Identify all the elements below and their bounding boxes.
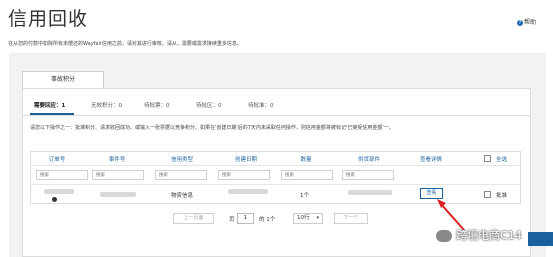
help-link[interactable]: ? 帮助 — [517, 17, 536, 26]
page-prefix: 页 — [229, 217, 235, 223]
watermark-text: 跨境电商C14 — [456, 229, 522, 242]
tab-incident-credits[interactable]: 事故积分 — [22, 71, 104, 89]
page-number-input[interactable]: 1 — [237, 213, 254, 224]
select-all-checkbox[interactable] — [484, 155, 491, 162]
incident-no-filter[interactable] — [92, 170, 144, 180]
select-all-label: 全选 — [496, 157, 508, 163]
approve-checkbox[interactable] — [484, 191, 491, 198]
status-tab-needs-response[interactable]: 需要回应：1 — [34, 101, 65, 109]
tabs-divider — [22, 115, 531, 116]
page-description: 在从您的付款中扣除所有未偿还的Wayfair信用之前，请对其进行审核。请从，需要… — [8, 41, 242, 47]
redacted-incident-no — [100, 192, 136, 197]
help-label: 帮助 — [524, 19, 537, 26]
order-info-icon[interactable] — [52, 197, 57, 202]
header-row-divider — [30, 165, 521, 166]
column-header-incident-no[interactable]: 事件号 — [109, 155, 126, 163]
status-tab-pending-zone[interactable]: 待批区：0 — [196, 101, 222, 109]
view-details-button[interactable]: 查看 — [420, 188, 443, 199]
column-header-quantity[interactable]: 数量 — [300, 155, 311, 163]
instructions-text: 请您以下操作之一：批准积分、请求收回成功、或输入一张票据以竞争积分。如果在'创建… — [30, 125, 394, 131]
next-page-button[interactable]: 下一个 — [334, 213, 368, 224]
chevron-down-icon: ▾ — [316, 215, 319, 221]
quantity-filter[interactable] — [281, 170, 333, 180]
redacted-supplier-part — [348, 190, 392, 195]
wechat-icon — [436, 230, 452, 242]
credit-type-cell: 物资信息 — [171, 193, 194, 199]
supplier-part-filter[interactable] — [342, 170, 394, 180]
help-icon: ? — [517, 19, 523, 26]
approve-label: 批准 — [496, 193, 508, 199]
order-no-filter[interactable] — [36, 170, 88, 180]
status-tab-pending-tickets[interactable]: 待批票：0 — [144, 101, 170, 109]
column-header-check-details: 查看详情 — [419, 157, 443, 163]
redacted-created-date — [228, 189, 268, 194]
page-title: 信用回收 — [8, 8, 89, 30]
column-header-supplier-part[interactable]: 供货部件 — [358, 155, 380, 163]
column-header-created-date[interactable]: 创建日期 — [235, 155, 257, 163]
page-size-value: 10行 — [297, 215, 310, 221]
page-size-select[interactable]: 10行 ▾ — [293, 213, 323, 224]
status-tab-invalid-credits[interactable]: 无效积分：0 — [91, 101, 122, 109]
column-header-order-no[interactable]: 订单号 — [49, 155, 66, 163]
status-tab-pending-approval[interactable]: 待批准：0 — [248, 101, 274, 109]
redacted-order-no — [44, 189, 74, 194]
credit-type-filter[interactable] — [155, 170, 207, 180]
column-header-credit-type[interactable]: 信用类型 — [171, 155, 193, 163]
created-date-filter[interactable] — [218, 170, 270, 180]
quantity-cell: 1个 — [300, 193, 309, 199]
watermark: 跨境电商C14 — [436, 228, 553, 244]
filter-row-divider — [30, 184, 521, 185]
page-total: 的 1个 — [259, 217, 276, 223]
prev-page-button[interactable]: 上一页面 — [173, 213, 214, 224]
